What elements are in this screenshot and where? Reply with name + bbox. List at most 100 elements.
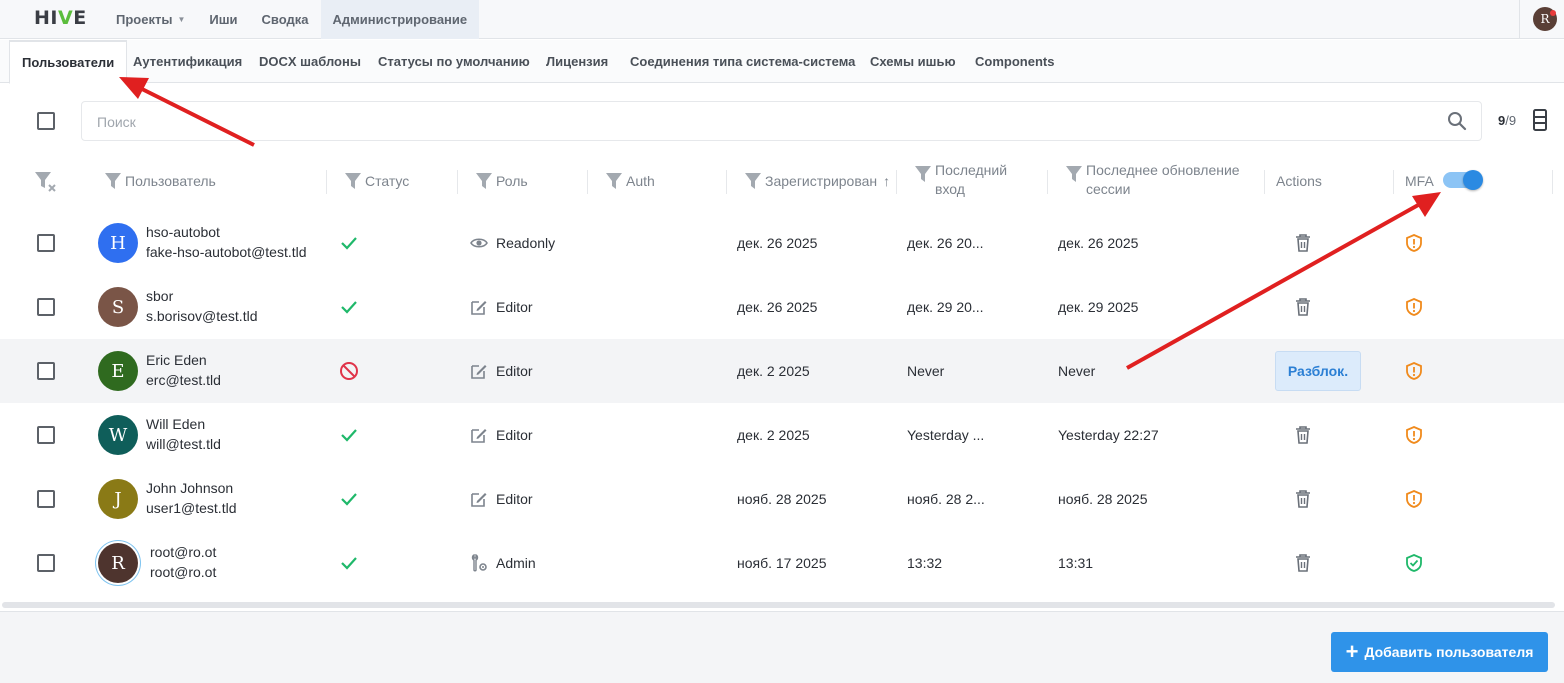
column-header-role[interactable]: Роль [476, 160, 528, 202]
eye-icon [470, 234, 488, 252]
nav-administration[interactable]: Администрирование [320, 0, 480, 39]
filter-icon[interactable] [1066, 166, 1082, 182]
column-header-last-login[interactable]: Последний вход [915, 160, 1007, 202]
nav-issues-label: Иши [209, 12, 238, 27]
tab-default-statuses-label: Статусы по умолчанию [378, 54, 530, 69]
user-name: Eric Eden [146, 352, 207, 368]
user-info[interactable]: Eric Eden erc@test.tld [146, 350, 221, 390]
columns-icon[interactable] [1532, 109, 1548, 131]
table-row[interactable]: W Will Eden will@test.tld Editor дек. 2 2025… [0, 403, 1564, 467]
table-row[interactable]: J John Johnson user1@test.tld Editor нояб. 2… [0, 467, 1564, 531]
divider [1519, 0, 1520, 39]
search-icon[interactable] [1447, 111, 1467, 131]
select-all-checkbox[interactable] [37, 112, 55, 130]
tab-users[interactable]: Пользователи [9, 40, 128, 84]
table-row[interactable]: Hhso-autobot fake-hso-autobot@test.tld Rea… [0, 211, 1564, 275]
check-icon [341, 237, 357, 250]
mfa-toggle[interactable] [1443, 170, 1483, 190]
nav-issues[interactable]: Иши [197, 0, 249, 39]
trash-icon[interactable] [1295, 298, 1311, 316]
table-row[interactable]: Rroot@ro.ot root@ro.ot Admin нояб. 17 2025 1… [0, 531, 1564, 595]
filter-icon[interactable] [606, 173, 622, 189]
footer-bar [0, 611, 1564, 683]
avatar: W [98, 415, 138, 455]
column-header-user[interactable]: Пользователь [105, 160, 216, 202]
avatar-initial: E [111, 360, 125, 382]
unlock-button[interactable]: Разблок. [1275, 351, 1361, 391]
trash-icon[interactable] [1295, 426, 1311, 444]
trash-icon[interactable] [1295, 490, 1311, 508]
user-avatar[interactable]: R [1533, 7, 1557, 31]
logo-text-right: E [73, 7, 87, 29]
row-checkbox[interactable] [37, 426, 55, 444]
horizontal-scrollbar[interactable] [2, 602, 1555, 608]
result-count: 9/9 [1498, 113, 1516, 128]
tab-authentication[interactable]: Аутентификация [121, 40, 254, 83]
session-updated-date: нояб. 28 2025 [1058, 491, 1148, 507]
trash-icon[interactable] [1295, 554, 1311, 572]
user-info[interactable]: Will Eden will@test.tld [146, 414, 221, 454]
tab-components[interactable]: Components [963, 40, 1066, 83]
filter-icon[interactable] [476, 173, 492, 189]
edit-icon [470, 426, 488, 444]
table-row[interactable]: E Eric Eden erc@test.tld Editor дек. 2 2025 N… [0, 339, 1564, 403]
divider [326, 170, 327, 194]
tab-issue-schemes[interactable]: Схемы ишью [858, 40, 968, 83]
sort-ascending-icon[interactable]: ↑ [883, 172, 890, 191]
admin-icon [470, 553, 488, 572]
tab-components-label: Components [975, 54, 1055, 69]
row-checkbox[interactable] [37, 362, 55, 380]
check-icon [341, 493, 357, 506]
user-info[interactable]: sbor s.borisov@test.tld [146, 286, 257, 326]
tab-docx-templates[interactable]: DOCX шаблоны [247, 40, 373, 83]
table-row[interactable]: Ssbor s.borisov@test.tld Editor дек. 26 202… [0, 275, 1564, 339]
row-checkbox[interactable] [37, 490, 55, 508]
add-user-button[interactable]: + Добавить пользователя [1331, 632, 1548, 672]
user-info[interactable]: root@ro.ot root@ro.ot [150, 542, 216, 582]
row-checkbox[interactable] [37, 234, 55, 252]
toggle-knob[interactable] [1463, 170, 1483, 190]
column-header-status[interactable]: Статус [345, 160, 409, 202]
filter-icon[interactable] [105, 173, 121, 189]
divider [726, 170, 727, 194]
edit-icon [470, 298, 488, 316]
user-email: user1@test.tld [146, 500, 237, 516]
column-header-registered[interactable]: Зарегистрирован ↑ [745, 160, 890, 202]
filter-icon[interactable] [345, 173, 361, 189]
nav-projects-label: Проекты [116, 12, 173, 27]
edit-icon [470, 490, 488, 508]
tab-license[interactable]: Лицензия [534, 40, 620, 83]
tab-system-connections[interactable]: Соединения типа система-система [618, 40, 867, 83]
avatar: J [98, 479, 138, 519]
column-header-session-label: Последнее обновление [1086, 162, 1240, 178]
column-header-session[interactable]: Последнее обновление сессии [1066, 160, 1240, 202]
tab-issue-schemes-label: Схемы ишью [870, 54, 956, 69]
row-checkbox[interactable] [37, 298, 55, 316]
search-input[interactable]: Поиск [81, 101, 1482, 141]
app-logo[interactable]: HIVE [34, 7, 87, 29]
avatar: R [98, 543, 138, 583]
user-name: Will Eden [146, 416, 206, 432]
role-value: Readonly [496, 235, 556, 251]
filter-icon[interactable] [915, 166, 931, 182]
row-checkbox[interactable] [37, 554, 55, 572]
filter-icon[interactable] [745, 173, 761, 189]
session-updated-date: дек. 26 2025 [1058, 235, 1139, 251]
column-header-status-label: Статус [365, 172, 410, 189]
nav-summary[interactable]: Сводка [250, 0, 321, 39]
user-email: fake-hso-autobot@test.tld [146, 244, 307, 260]
divider [587, 170, 588, 194]
trash-icon[interactable] [1295, 234, 1311, 252]
user-info[interactable]: hso-autobot fake-hso-autobot@test.tld [146, 222, 307, 262]
role-value: Editor [496, 427, 533, 443]
user-info[interactable]: John Johnson user1@test.tld [146, 478, 236, 518]
column-header-auth[interactable]: Auth [606, 160, 655, 202]
clear-filter-icon[interactable] [34, 171, 58, 193]
session-updated-date: Yesterday 22:27 [1058, 427, 1159, 443]
divider [896, 170, 897, 194]
avatar-initial: W [108, 424, 128, 446]
top-bar: HIVE Проекты ▼ Иши Сводка Администрирован… [0, 0, 1564, 39]
registered-date: нояб. 17 2025 [737, 555, 827, 571]
nav-projects[interactable]: Проекты ▼ [104, 0, 197, 39]
tab-default-statuses[interactable]: Статусы по умолчанию [366, 40, 542, 83]
